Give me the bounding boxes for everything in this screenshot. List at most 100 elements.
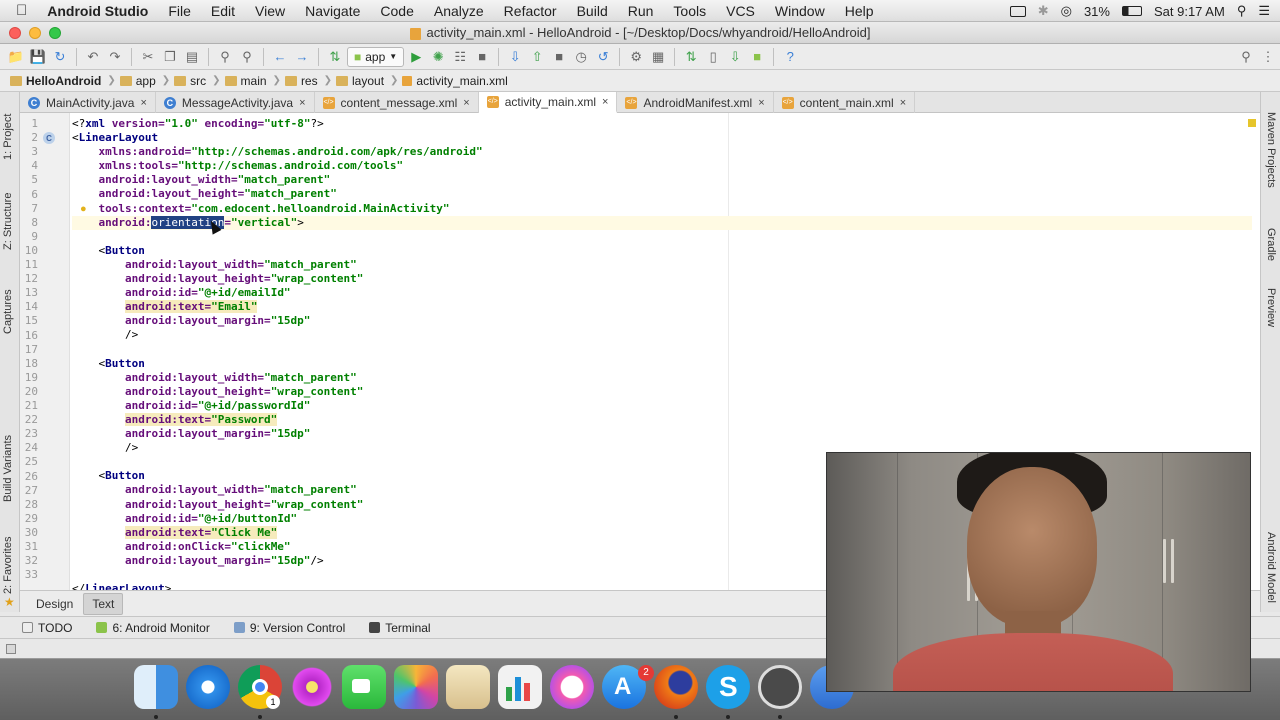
status-toggle-icon[interactable] [6,644,16,654]
gradle-sync-icon[interactable]: ⇅ [681,47,701,67]
vcs-commit-icon[interactable]: ⇧ [527,47,547,67]
code-line[interactable]: android:text="Password" [72,412,1252,427]
tool-build-variants[interactable]: Build Variants [2,424,14,502]
cut-icon[interactable]: ✂ [138,47,158,67]
battery-icon[interactable] [1121,6,1142,16]
vcs-revert-icon[interactable]: ↺ [593,47,613,67]
tab-content_message-xml[interactable]: </> content_message.xml × [315,92,479,113]
code-line[interactable]: android:id="@+id/passwordId" [72,399,1252,413]
help-icon[interactable]: ? [780,47,800,67]
tab-activity_main-xml[interactable]: </> activity_main.xml × [478,92,618,113]
clock[interactable]: Sat 9:17 AM [1154,4,1225,19]
menu-vcs[interactable]: VCS [716,3,765,19]
menu-refactor[interactable]: Refactor [494,3,567,19]
code-line[interactable]: android:id="@+id/emailId" [72,286,1252,300]
close-tab-icon[interactable]: × [463,97,469,109]
tool-maven-projects[interactable]: Maven Projects [1265,112,1277,188]
tool-preview[interactable]: Preview [1265,288,1277,327]
close-tab-icon[interactable]: × [900,97,906,109]
vcs-history-icon[interactable]: ◷ [571,47,591,67]
tool-android-monitor[interactable]: 6: Android Monitor [96,621,210,635]
breadcrumb-item[interactable]: src [170,72,212,90]
code-line[interactable]: <Button [72,357,1252,371]
save-all-icon[interactable]: 💾 [28,47,48,67]
code-line[interactable]: android:text="Email" [72,300,1252,314]
back-icon[interactable]: ← [270,47,290,67]
tab-design[interactable]: Design [28,594,81,614]
copy-icon[interactable]: ❐ [160,47,180,67]
code-line[interactable]: android:layout_margin="15dp" [72,427,1252,441]
menu-run[interactable]: Run [618,3,664,19]
close-tab-icon[interactable]: × [602,96,608,108]
facetime-icon[interactable] [342,665,386,709]
finder-icon[interactable] [134,665,178,709]
code-line[interactable]: tools:context="com.edocent.helloandroid.… [72,202,1252,216]
make-project-icon[interactable]: ⇅ [325,47,345,67]
sdk-manager-icon[interactable]: ⇩ [725,47,745,67]
code-line[interactable] [72,230,1252,244]
preview-icon[interactable] [446,665,490,709]
menu-file[interactable]: File [158,3,201,19]
open-folder-icon[interactable]: 📁 [6,47,26,67]
menu-code[interactable]: Code [370,3,423,19]
numbers-icon[interactable] [498,665,542,709]
menu-window[interactable]: Window [765,3,835,19]
tab-messageactivity-java[interactable]: C MessageActivity.java × [156,92,315,113]
replace-icon[interactable]: ⚲ [237,47,257,67]
warning-marker[interactable] [1248,119,1256,127]
close-window-button[interactable] [9,27,21,39]
flower-app-icon[interactable] [290,665,334,709]
menu-help[interactable]: Help [835,3,884,19]
toolbar-more-icon[interactable]: ⋮ [1258,47,1278,67]
itunes-icon[interactable] [550,665,594,709]
avd-manager-icon[interactable]: ▯ [703,47,723,67]
vcs-compare-icon[interactable]: ■ [549,47,569,67]
code-line[interactable]: android:layout_height="wrap_content" [72,385,1252,399]
code-line[interactable]: android:layout_width="match_parent" [72,258,1252,272]
menu-analyze[interactable]: Analyze [424,3,494,19]
breadcrumb-item[interactable]: layout [332,72,390,90]
code-line[interactable]: android:layout_margin="15dp" [72,314,1252,328]
wifi-icon[interactable]: ◎ [1061,3,1072,19]
run-icon[interactable]: ▶ [406,47,426,67]
debug-icon[interactable]: ✺ [428,47,448,67]
breadcrumb-item[interactable]: res [281,72,324,90]
breadcrumb-item[interactable]: app [116,72,162,90]
tool-project[interactable]: 1: Project [2,100,14,160]
run-configuration-select[interactable]: ■ app ▼ [347,46,405,67]
code-line[interactable]: android:orientation="vertical"> [72,215,1252,230]
code-line[interactable]: android:layout_height="match_parent" [72,187,1252,201]
undo-icon[interactable]: ↶ [83,47,103,67]
skype-icon[interactable]: S [706,665,750,709]
notification-center-icon[interactable]: ☰ [1258,3,1270,19]
code-line[interactable]: android:layout_width="match_parent" [72,371,1252,385]
menu-tools[interactable]: Tools [663,3,716,19]
safari-icon[interactable] [186,665,230,709]
tool-structure[interactable]: Z: Structure [2,184,14,250]
zoom-window-button[interactable] [49,27,61,39]
apple-icon[interactable]:  [0,2,37,19]
stop-icon[interactable]: ■ [472,47,492,67]
code-line[interactable]: android:layout_height="wrap_content" [72,272,1252,286]
tool-terminal[interactable]: Terminal [369,621,431,635]
close-tab-icon[interactable]: × [140,97,146,109]
photos-icon[interactable] [394,665,438,709]
code-line[interactable]: <LinearLayout [72,131,1252,145]
breadcrumb-item[interactable]: activity_main.xml [398,72,513,90]
breadcrumb-item[interactable]: main [221,72,273,90]
code-line[interactable]: xmlns:tools="http://schemas.android.com/… [72,159,1252,173]
attach-debugger-icon[interactable]: ☷ [450,47,470,67]
redo-icon[interactable]: ↷ [105,47,125,67]
tool-todo[interactable]: TODO [22,621,72,635]
close-tab-icon[interactable]: × [299,97,305,109]
tool-favorites[interactable]: 2: Favorites [2,532,14,594]
tab-mainactivity-java[interactable]: C MainActivity.java × [20,92,156,113]
close-tab-icon[interactable]: × [758,97,764,109]
project-structure-icon[interactable]: ▦ [648,47,668,67]
tool-gradle[interactable]: Gradle [1265,228,1277,261]
sync-icon[interactable]: ↻ [50,47,70,67]
settings-icon[interactable]: ⚙ [626,47,646,67]
vcs-update-icon[interactable]: ⇩ [505,47,525,67]
tool-version-control[interactable]: 9: Version Control [233,621,345,635]
code-line[interactable]: <?xml version="1.0" encoding="utf-8"?> [72,117,1252,131]
